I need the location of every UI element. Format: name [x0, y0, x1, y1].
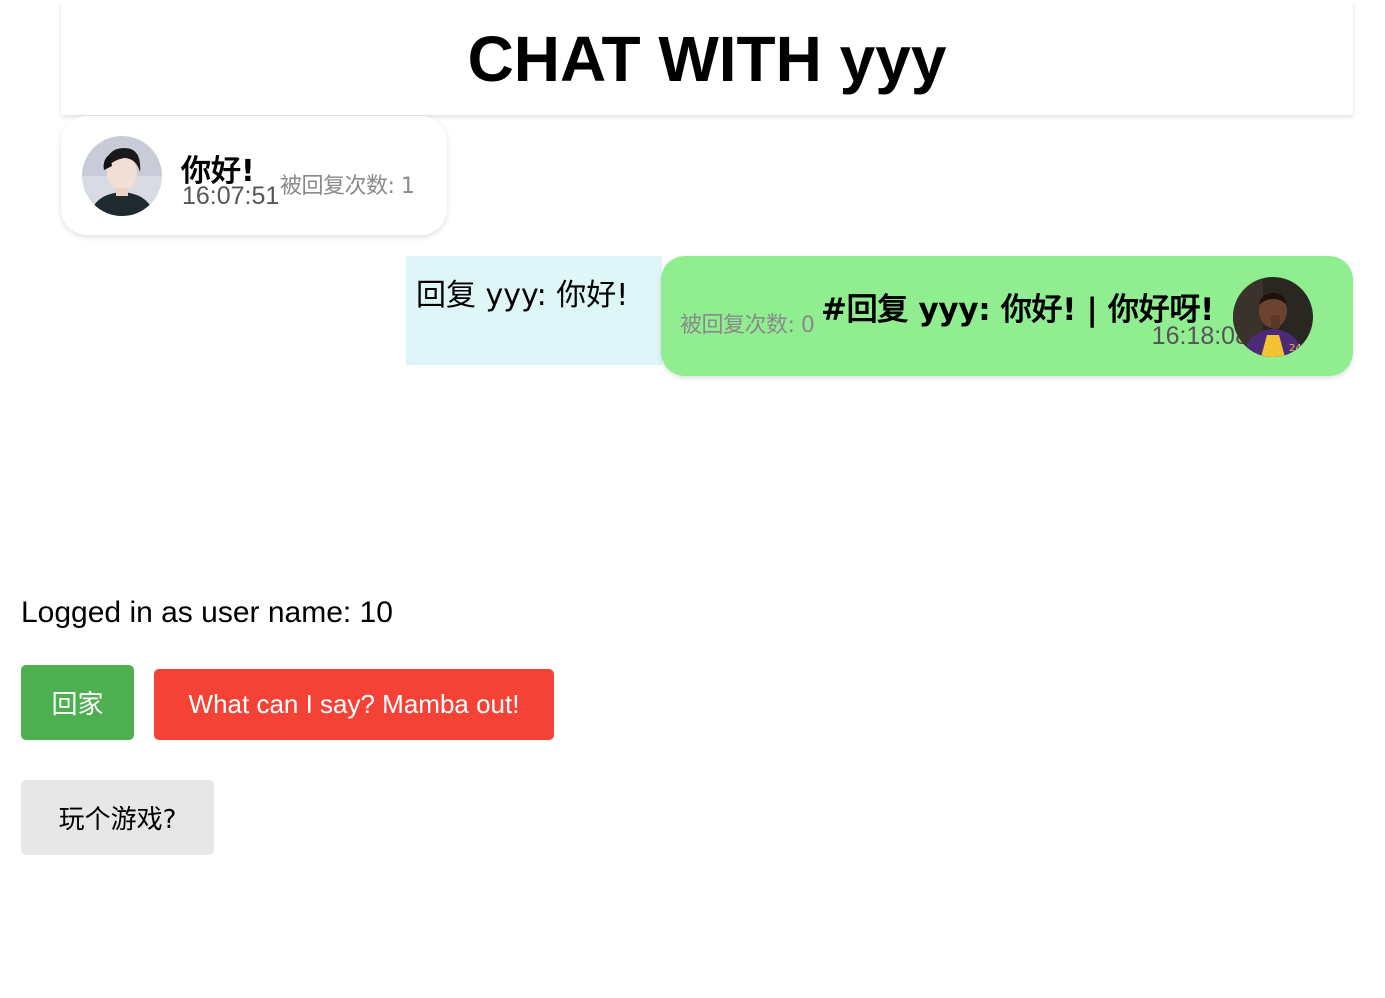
- reply-count: 被回复次数: 0: [680, 313, 815, 338]
- message-time: 16:07:51: [182, 182, 280, 210]
- chat-header: CHAT WITH yyy: [61, 0, 1353, 115]
- logged-in-status: Logged in as user name: 10: [21, 596, 393, 629]
- reply-count: 被回复次数: 1: [280, 174, 415, 199]
- mamba-out-button[interactable]: What can I say? Mamba out!: [154, 669, 554, 740]
- message-bubble-left[interactable]: 你好! 16:07:51 被回复次数: 1: [61, 116, 447, 235]
- chat-page: CHAT WITH yyy 你好! 16:07:51 被回复次数: 1 回复 y…: [0, 0, 1385, 998]
- avatar: [82, 136, 162, 216]
- page-title: CHAT WITH yyy: [467, 22, 947, 95]
- svg-text:24: 24: [1289, 343, 1302, 354]
- message-bubble-right[interactable]: 被回复次数: 0 #回复 yyy: 你好! | 你好呀! 16:18:08 24: [661, 256, 1353, 376]
- play-game-button[interactable]: 玩个游戏?: [21, 780, 214, 855]
- avatar: 24: [1233, 277, 1313, 357]
- home-button[interactable]: 回家: [21, 665, 134, 740]
- reply-quote: 回复 yyy: 你好!: [406, 256, 662, 365]
